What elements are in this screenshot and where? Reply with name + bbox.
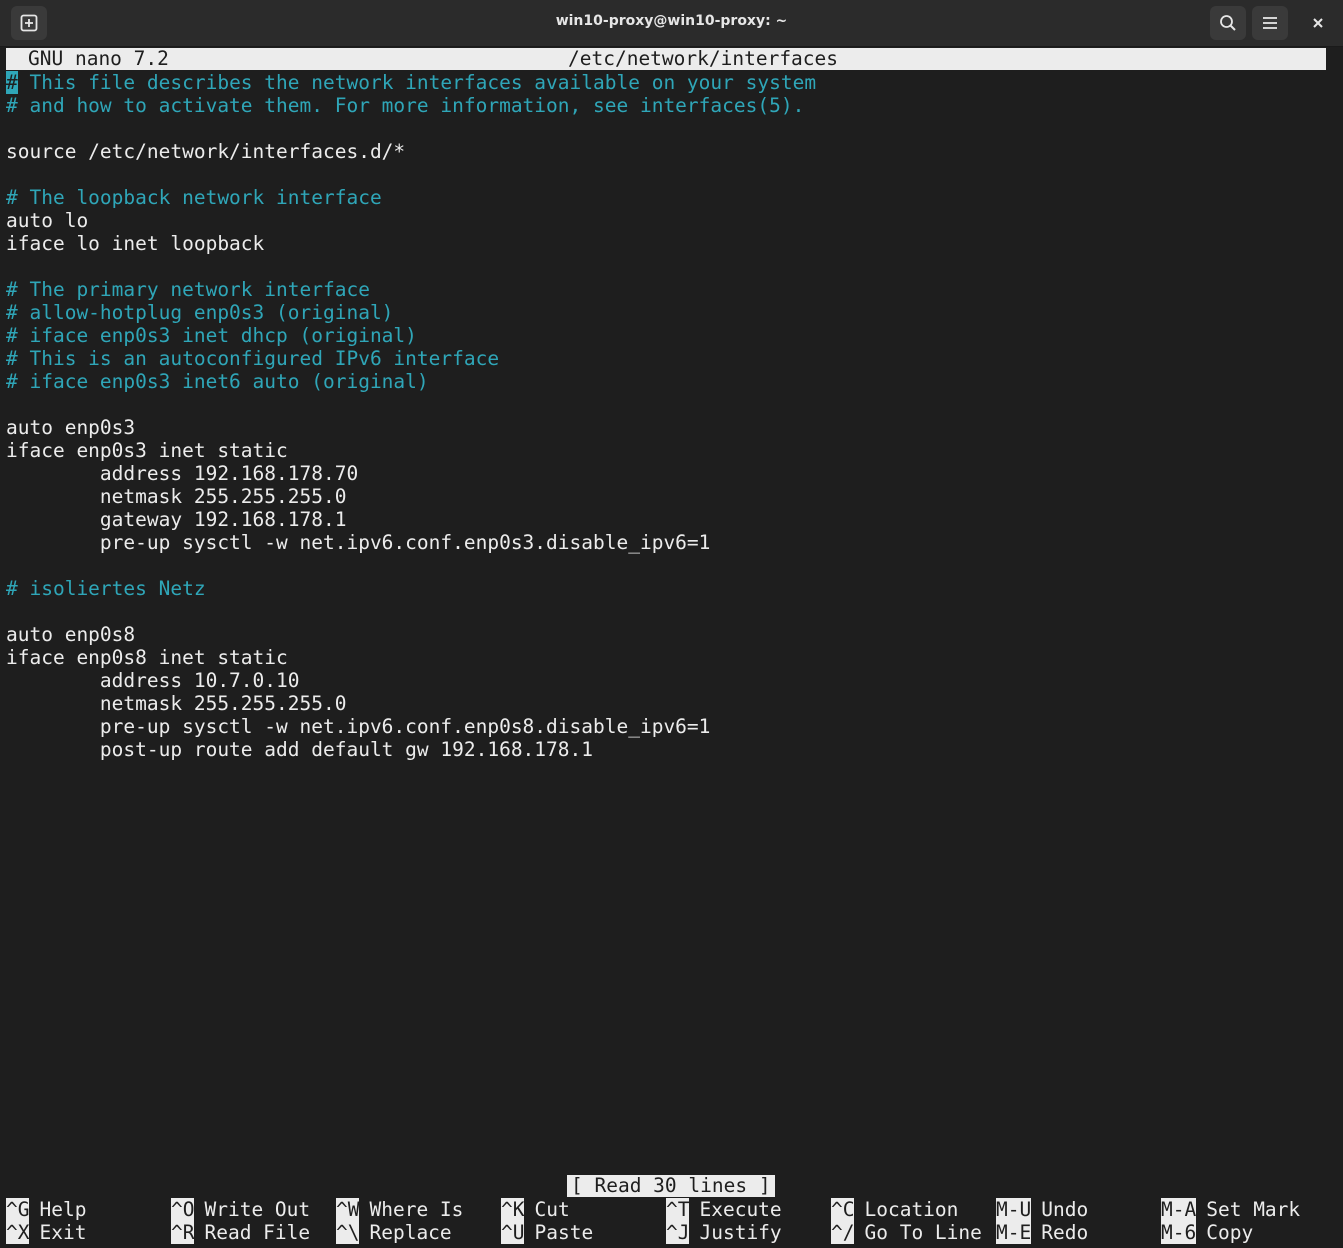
shortcut-read-file[interactable]: ^R Read File <box>171 1221 310 1244</box>
editor-line[interactable]: iface lo inet loopback <box>6 232 264 255</box>
terminal-window: win10-proxy@win10-proxy: ~ GNU nano 7.2 … <box>0 0 1343 1248</box>
shortcut-label: Redo <box>1041 1221 1089 1244</box>
menu-button[interactable] <box>1252 6 1288 40</box>
shortcut-justify[interactable]: ^J Justify <box>666 1221 782 1244</box>
scrollbar[interactable] <box>1327 47 1343 1245</box>
shortcut-key: M-6 <box>1161 1221 1197 1244</box>
shortcut-write-out[interactable]: ^O Write Out <box>171 1198 310 1221</box>
shortcut-key: ^O <box>171 1198 195 1221</box>
shortcut-key: ^G <box>6 1198 30 1221</box>
shortcut-label: Go To Line <box>864 1221 982 1244</box>
shortcut-go-to-line[interactable]: ^/ Go To Line <box>831 1221 982 1244</box>
editor-line[interactable]: # This is an autoconfigured IPv6 interfa… <box>6 347 499 370</box>
title-bar: win10-proxy@win10-proxy: ~ <box>0 0 1343 47</box>
editor-line[interactable]: # The primary network interface <box>6 278 370 301</box>
shortcut-key: ^X <box>6 1221 30 1244</box>
shortcut-key: ^\ <box>336 1221 360 1244</box>
editor-line[interactable]: # allow-hotplug enp0s3 (original) <box>6 301 393 324</box>
shortcut-label: Location <box>864 1198 959 1221</box>
shortcut-label: Execute <box>699 1198 782 1221</box>
shortcut-key: ^T <box>666 1198 690 1221</box>
shortcut-label: Paste <box>534 1221 594 1244</box>
line-text: This file describes the network interfac… <box>17 71 817 94</box>
shortcut-label: Help <box>39 1198 87 1221</box>
shortcut-key: ^R <box>171 1221 195 1244</box>
shortcut-label: Write Out <box>204 1198 311 1221</box>
hamburger-menu-icon <box>1263 17 1277 29</box>
shortcut-replace[interactable]: ^\ Replace <box>336 1221 452 1244</box>
shortcut-set-mark[interactable]: M-A Set Mark <box>1161 1198 1300 1221</box>
editor-line[interactable]: iface enp0s8 inet static <box>6 646 288 669</box>
editor-line[interactable]: gateway 192.168.178.1 <box>6 508 347 531</box>
editor-line[interactable]: auto enp0s8 <box>6 623 135 646</box>
shortcut-label: Cut <box>534 1198 570 1221</box>
shortcut-execute[interactable]: ^T Execute <box>666 1198 782 1221</box>
editor-line[interactable]: pre-up sysctl -w net.ipv6.conf.enp0s8.di… <box>6 715 711 738</box>
window-title: win10-proxy@win10-proxy: ~ <box>555 13 788 29</box>
editor-line[interactable]: # iface enp0s3 inet dhcp (original) <box>6 324 417 347</box>
nano-filename: /etc/network/interfaces <box>568 47 839 70</box>
editor-line[interactable]: post-up route add default gw 192.168.178… <box>6 738 593 761</box>
text-cursor: # <box>6 71 18 94</box>
shortcut-cut[interactable]: ^K Cut <box>501 1198 570 1221</box>
shortcut-label: Read File <box>204 1221 311 1244</box>
status-message: [ Read 30 lines ] <box>567 1175 775 1197</box>
search-icon <box>1220 15 1236 31</box>
editor-line[interactable]: source /etc/network/interfaces.d/* <box>6 140 405 163</box>
close-icon <box>1313 18 1323 28</box>
editor-line[interactable]: auto enp0s3 <box>6 416 135 439</box>
editor-line[interactable]: netmask 255.255.255.0 <box>6 485 347 508</box>
close-button[interactable] <box>1300 6 1336 40</box>
shortcut-label: Where Is <box>369 1198 464 1221</box>
editor-line[interactable]: # and how to activate them. For more inf… <box>6 94 804 117</box>
shortcut-exit[interactable]: ^X Exit <box>6 1221 86 1244</box>
editor-line[interactable]: # The loopback network interface <box>6 186 382 209</box>
editor-line[interactable]: pre-up sysctl -w net.ipv6.conf.enp0s3.di… <box>6 531 711 554</box>
shortcut-key: M-E <box>996 1221 1032 1244</box>
shortcut-help[interactable]: ^G Help <box>6 1198 86 1221</box>
shortcut-key: ^K <box>501 1198 525 1221</box>
editor-line[interactable]: address 10.7.0.10 <box>6 669 300 692</box>
terminal-content[interactable]: GNU nano 7.2 /etc/network/interfaces # T… <box>6 47 1326 1245</box>
shortcut-key: M-U <box>996 1198 1032 1221</box>
shortcut-label: Exit <box>39 1221 87 1244</box>
shortcut-label: Replace <box>369 1221 452 1244</box>
shortcut-copy[interactable]: M-6 Copy <box>1161 1221 1253 1244</box>
editor-line[interactable]: address 192.168.178.70 <box>6 462 358 485</box>
editor-line[interactable]: netmask 255.255.255.0 <box>6 692 347 715</box>
shortcut-key: ^J <box>666 1221 690 1244</box>
search-button[interactable] <box>1210 6 1246 40</box>
editor-line[interactable]: iface enp0s3 inet static <box>6 439 288 462</box>
shortcut-key: ^U <box>501 1221 525 1244</box>
editor-line[interactable]: # This file describes the network interf… <box>6 71 816 94</box>
shortcut-redo[interactable]: M-E Redo <box>996 1221 1088 1244</box>
shortcut-key: M-A <box>1161 1198 1197 1221</box>
shortcut-location[interactable]: ^C Location <box>831 1198 958 1221</box>
shortcut-paste[interactable]: ^U Paste <box>501 1221 593 1244</box>
shortcut-key: ^/ <box>831 1221 855 1244</box>
shortcut-label: Undo <box>1041 1198 1089 1221</box>
editor-line[interactable]: # isoliertes Netz <box>6 577 206 600</box>
shortcut-key: ^C <box>831 1198 855 1221</box>
shortcut-label: Copy <box>1206 1221 1254 1244</box>
shortcut-label: Set Mark <box>1206 1198 1301 1221</box>
shortcut-label: Justify <box>699 1221 782 1244</box>
editor-line[interactable]: # iface enp0s3 inet6 auto (original) <box>6 370 429 393</box>
nano-version: GNU nano 7.2 <box>28 47 169 70</box>
shortcut-undo[interactable]: M-U Undo <box>996 1198 1088 1221</box>
nano-header-bar: GNU nano 7.2 /etc/network/interfaces <box>6 48 1326 70</box>
editor-line[interactable]: auto lo <box>6 209 88 232</box>
shortcut-key: ^W <box>336 1198 360 1221</box>
shortcut-where-is[interactable]: ^W Where Is <box>336 1198 463 1221</box>
